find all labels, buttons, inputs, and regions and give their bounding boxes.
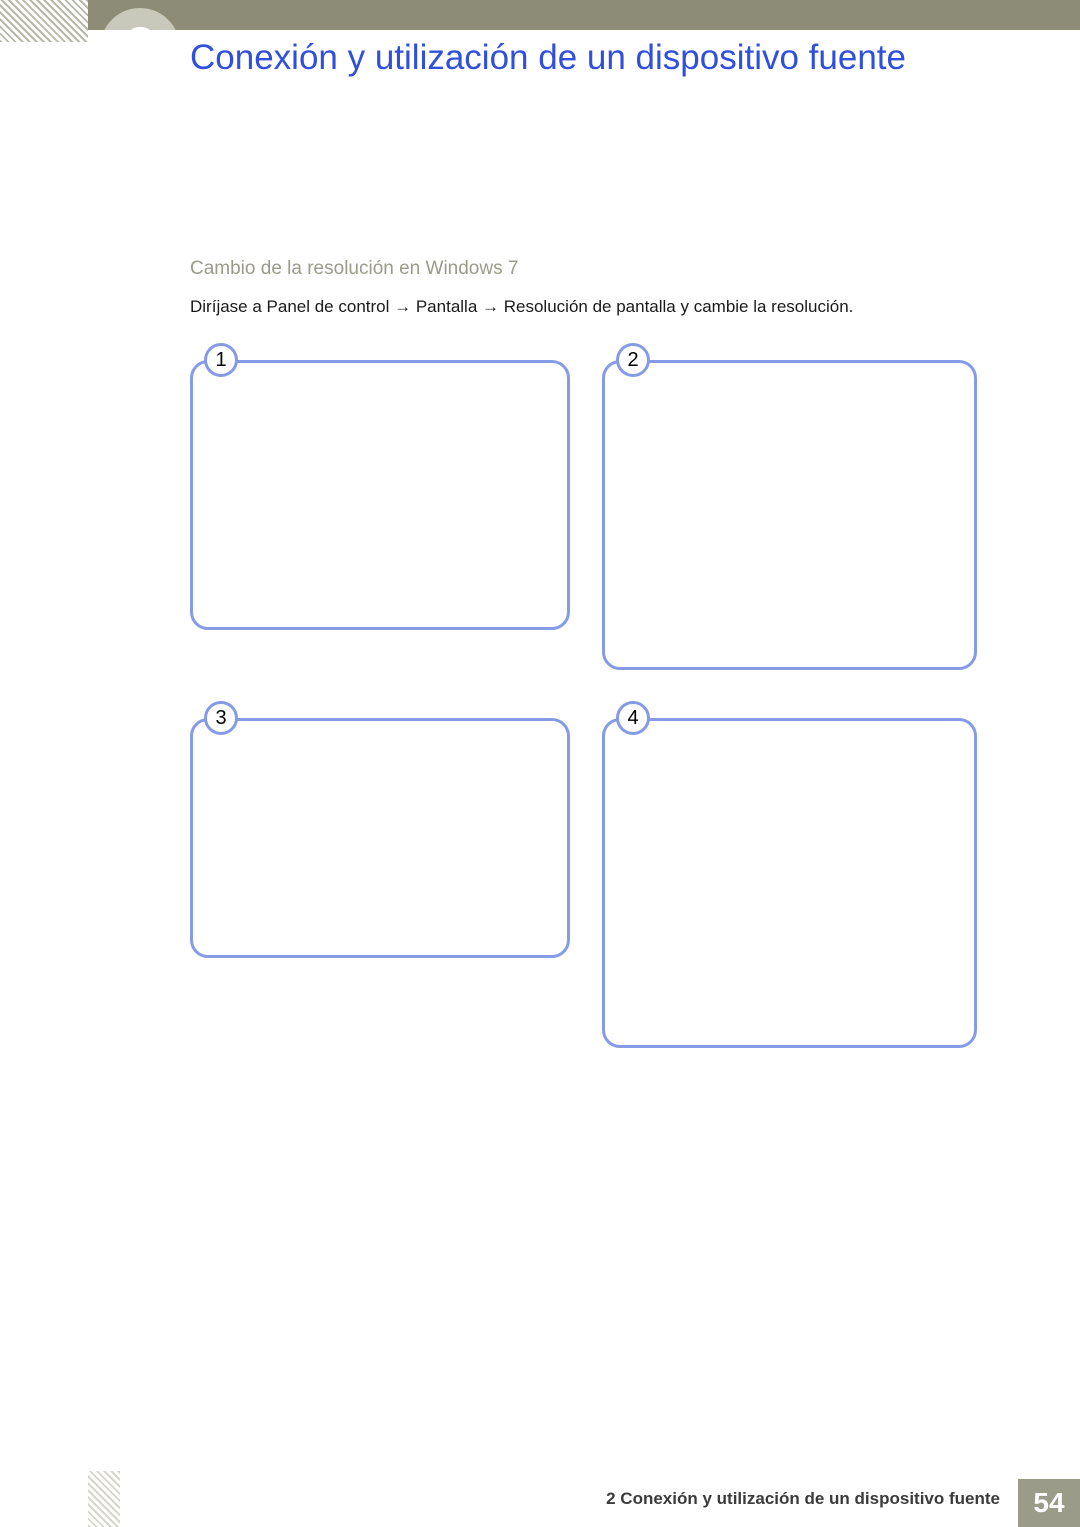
badge-connector-line	[238, 360, 268, 363]
figure-badge: 1	[204, 343, 238, 377]
figure-cell-3: 3	[190, 718, 570, 1048]
figure-badge: 2	[616, 343, 650, 377]
figure-placeholder-3	[190, 718, 570, 958]
footer-label: 2 Conexión y utilización de un dispositi…	[606, 1471, 1018, 1527]
figure-placeholder-4	[602, 718, 977, 1048]
arrow-icon: →	[482, 297, 499, 316]
hatch-strip-decoration	[0, 0, 88, 42]
figure-cell-2: 2	[602, 360, 977, 670]
figure-placeholder-1	[190, 360, 570, 630]
figure-number: 1	[215, 349, 226, 372]
badge-connector-line	[650, 718, 680, 721]
page-footer: 2 Conexión y utilización de un dispositi…	[0, 1471, 1080, 1527]
badge-connector-line	[650, 360, 680, 363]
footer-page-number: 54	[1018, 1479, 1080, 1527]
section-subtitle: Cambio de la resolución en Windows 7	[190, 258, 970, 280]
figure-row: 3 4	[190, 718, 970, 1048]
instruction-part-1: Diríjase a Panel de control	[190, 297, 394, 316]
figures-grid: 1 2 3 4	[190, 360, 970, 1096]
figure-number: 4	[627, 707, 638, 730]
footer-hatch-decoration	[88, 1471, 120, 1527]
instruction-part-3: Resolución de pantalla y cambie la resol…	[504, 297, 854, 316]
instruction-text: Diríjase a Panel de control → Pantalla →…	[190, 294, 970, 320]
instruction-part-2: Pantalla	[416, 297, 482, 316]
figure-cell-4: 4	[602, 718, 977, 1048]
content-area: Cambio de la resolución en Windows 7 Dir…	[190, 258, 970, 320]
figure-row: 1 2	[190, 360, 970, 670]
figure-badge: 4	[616, 701, 650, 735]
figure-number: 3	[215, 707, 226, 730]
badge-connector-line	[238, 718, 268, 721]
figure-placeholder-2	[602, 360, 977, 670]
arrow-icon: →	[394, 297, 411, 316]
figure-cell-1: 1	[190, 360, 570, 670]
figure-number: 2	[627, 349, 638, 372]
figure-badge: 3	[204, 701, 238, 735]
footer-page-holder: 54	[1018, 1471, 1080, 1527]
chapter-title: Conexión y utilización de un dispositivo…	[190, 36, 1000, 80]
